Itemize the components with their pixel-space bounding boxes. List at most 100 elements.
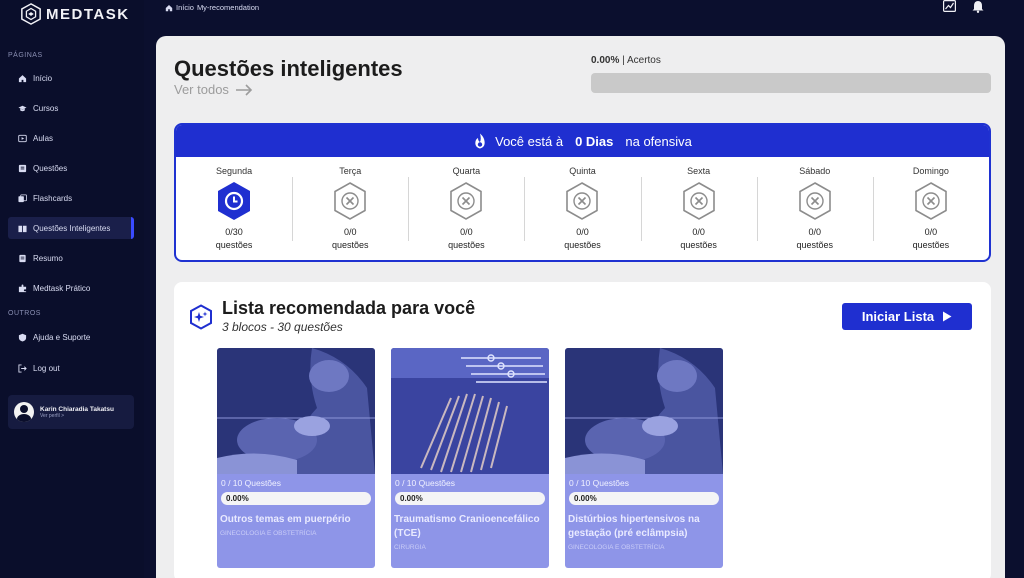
play-icon bbox=[943, 311, 952, 322]
sidebar-item-questoes-inteligentes[interactable]: Questões Inteligentes bbox=[8, 217, 134, 239]
day-sabado[interactable]: Sábado 0/0 questões bbox=[756, 157, 873, 260]
sidebar-item-label: Medtask Prático bbox=[33, 283, 91, 293]
chart-icon[interactable] bbox=[943, 0, 956, 12]
streak-header: Você está à 0 Dias na ofensiva bbox=[176, 125, 989, 157]
x-hex-icon bbox=[798, 182, 831, 220]
day-count: 0/0 questões bbox=[332, 226, 369, 252]
card-category: CIRURGIA bbox=[394, 544, 426, 551]
sidebar-item-inicio[interactable]: Início bbox=[8, 67, 134, 89]
day-name: Sábado bbox=[799, 166, 831, 176]
breadcrumb-current: My-recomendation bbox=[196, 3, 260, 12]
sidebar-item-cursos[interactable]: Cursos bbox=[8, 97, 134, 119]
surgical-instruments-photo bbox=[391, 348, 549, 474]
day-count-unit: questões bbox=[564, 240, 601, 250]
day-quinta[interactable]: Quinta 0/0 questões bbox=[524, 157, 640, 260]
card-title: Distúrbios hipertensivos na gestação (pr… bbox=[568, 514, 700, 539]
home-icon[interactable] bbox=[165, 4, 173, 12]
play-icon bbox=[18, 134, 27, 142]
sidebar-item-label: Cursos bbox=[33, 103, 59, 113]
top-bar: Início My-recomendation bbox=[144, 0, 1024, 30]
profile-card[interactable]: Karin Chiaradia Takatsu Ver perfil > bbox=[8, 395, 134, 429]
day-name: Domingo bbox=[912, 166, 949, 176]
sidebar-item-ajuda[interactable]: Ajuda e Suporte bbox=[8, 326, 134, 348]
sidebar-item-label: Flashcards bbox=[33, 193, 73, 203]
top-icons bbox=[943, 0, 984, 13]
day-name: Quinta bbox=[569, 166, 596, 176]
day-count-value: 0/0 bbox=[808, 227, 822, 237]
sidebar-item-flashcards[interactable]: Flashcards bbox=[8, 187, 134, 209]
fire-icon bbox=[475, 133, 485, 149]
start-list-label: Iniciar Lista bbox=[861, 309, 935, 324]
card-progress: 0 / 10 Questões bbox=[395, 478, 456, 488]
sidebar-item-label: Questões bbox=[33, 163, 68, 173]
sidebar-item-medtask-pratico[interactable]: Medtask Prático bbox=[8, 277, 134, 299]
day-quarta[interactable]: Quarta 0/0 questões bbox=[408, 157, 524, 260]
recommended-cards: 0 / 10 Questões 0.00% Outros temas em pu… bbox=[217, 348, 723, 568]
day-sexta[interactable]: Sexta 0/0 questões bbox=[640, 157, 757, 260]
surgery-photo bbox=[217, 348, 375, 474]
day-count: 0/0 questões bbox=[564, 226, 601, 252]
sparkle-hex-icon bbox=[190, 304, 212, 330]
x-hex-icon bbox=[450, 182, 483, 220]
accuracy-text: | Acertos bbox=[622, 55, 661, 66]
day-count-unit: questões bbox=[215, 240, 253, 250]
day-segunda[interactable]: Segunda 0/30 questões bbox=[176, 157, 292, 260]
day-name: Segunda bbox=[216, 166, 253, 176]
see-all-label: Ver todos bbox=[174, 82, 229, 97]
sidebar-item-resumo[interactable]: Resumo bbox=[8, 247, 134, 269]
arrow-right-icon bbox=[235, 83, 253, 96]
graduation-cap-icon bbox=[18, 105, 27, 111]
breadcrumb: Início My-recomendation bbox=[165, 3, 259, 12]
sidebar-item-label: Log out bbox=[33, 363, 60, 373]
avatar bbox=[14, 402, 34, 422]
page-title: Questões inteligentes bbox=[174, 56, 403, 81]
x-hex-icon bbox=[915, 182, 947, 220]
recommendation-card[interactable]: 0 / 10 Questões 0.00% Traumatismo Cranio… bbox=[391, 348, 549, 568]
streak-prefix: Você está à bbox=[495, 133, 564, 149]
sidebar-item-label: Início bbox=[33, 73, 53, 83]
logout-icon bbox=[18, 363, 27, 373]
brand-logo[interactable]: MEDTASK bbox=[20, 3, 130, 25]
sidebar-item-questoes[interactable]: Questões bbox=[8, 157, 134, 179]
card-title: Traumatismo Cranioencefálico (TCE) bbox=[394, 514, 540, 539]
start-list-button[interactable]: Iniciar Lista bbox=[842, 303, 972, 330]
day-count: 0/0 questões bbox=[448, 226, 485, 252]
recommendation-card[interactable]: 0 / 10 Questões 0.00% Distúrbios hiperte… bbox=[565, 348, 723, 568]
puzzle-icon bbox=[18, 283, 27, 292]
day-count-unit: questões bbox=[680, 240, 717, 250]
smart-book-icon bbox=[18, 225, 27, 232]
day-domingo[interactable]: Domingo 0/0 questões bbox=[872, 157, 989, 260]
card-title: Outros temas em puerpério bbox=[220, 514, 351, 525]
breadcrumb-home[interactable]: Início bbox=[176, 3, 194, 12]
day-count-unit: questões bbox=[331, 240, 369, 250]
sidebar-item-logout[interactable]: Log out bbox=[8, 357, 134, 379]
day-count: 0/0 questões bbox=[797, 226, 834, 252]
sidebar-item-label: Questões Inteligentes bbox=[33, 223, 111, 233]
card-progress: 0 / 10 Questões bbox=[221, 478, 282, 488]
card-percentage: 0.00% bbox=[569, 492, 719, 505]
see-all-link[interactable]: Ver todos bbox=[174, 82, 253, 97]
day-count-unit: questões bbox=[448, 240, 485, 250]
day-terca[interactable]: Terça 0/0 questões bbox=[292, 157, 408, 260]
day-count: 0/30 questões bbox=[216, 226, 253, 252]
streak-panel: Você está à 0 Dias na ofensiva Segunda 0… bbox=[174, 123, 991, 262]
sidebar-item-aulas[interactable]: Aulas bbox=[8, 127, 134, 149]
sidebar-item-label: Aulas bbox=[33, 133, 54, 143]
day-count-value: 0/0 bbox=[460, 227, 473, 237]
day-name: Quarta bbox=[452, 166, 481, 176]
document-icon bbox=[19, 254, 26, 262]
surgery-illustration bbox=[565, 348, 723, 474]
profile-link[interactable]: Ver perfil > bbox=[40, 413, 114, 419]
day-name: Terça bbox=[339, 166, 362, 176]
medtask-logo-icon bbox=[21, 3, 41, 25]
x-hex-icon bbox=[682, 182, 715, 220]
accuracy-progress-bar bbox=[591, 73, 991, 93]
day-name: Sexta bbox=[687, 166, 711, 176]
recommendation-card[interactable]: 0 / 10 Questões 0.00% Outros temas em pu… bbox=[217, 348, 375, 568]
sidebar: MEDTASK PÁGINAS Início Cursos Aulas Ques… bbox=[0, 0, 144, 578]
bell-icon[interactable] bbox=[972, 0, 984, 13]
instruments-illustration bbox=[391, 348, 549, 474]
clock-hex-icon bbox=[218, 182, 251, 220]
x-hex-icon bbox=[334, 182, 367, 220]
day-count: 0/0 questões bbox=[680, 226, 717, 252]
